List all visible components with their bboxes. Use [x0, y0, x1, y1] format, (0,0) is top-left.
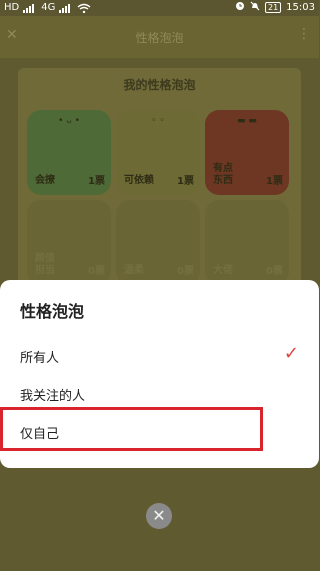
- close-icon: ✕: [152, 506, 166, 525]
- battery-icon: 21: [264, 2, 282, 13]
- clock: 15:03: [286, 2, 315, 13]
- bubble-name: 温柔: [124, 265, 144, 276]
- option-label: 我关注的人: [20, 389, 86, 404]
- bubble-name: 颜值 担当: [35, 253, 55, 276]
- hd-badge: HD: [4, 2, 20, 13]
- bubble-name: 有点 东西: [213, 163, 233, 186]
- top-bar: ✕ 性格泡泡 ⋮: [0, 16, 319, 58]
- page-title: 性格泡泡: [135, 31, 184, 45]
- option-following[interactable]: 我关注的人: [0, 373, 319, 411]
- more-icon[interactable]: ⋮: [297, 26, 311, 42]
- close-button[interactable]: ✕: [146, 503, 172, 529]
- signal-icon-2: [59, 3, 73, 13]
- face-icon: ◦ ◦: [151, 116, 165, 126]
- panel-title: 我的性格泡泡: [123, 78, 196, 92]
- option-label: 所有人: [20, 351, 60, 366]
- highlight-box: [0, 407, 263, 451]
- face-icon: • ᴗ •: [58, 116, 80, 126]
- bubble-count: 0票: [266, 266, 283, 277]
- bubble-card[interactable]: 大佬 0票: [205, 200, 289, 285]
- bubble-card[interactable]: • ᴗ • 会撩 1票: [27, 110, 111, 195]
- alarm-icon: [235, 1, 245, 14]
- checkmark-icon: ✓: [283, 343, 299, 364]
- bubble-name: 大佬: [213, 265, 233, 276]
- status-bar: HD 4G 21 15:03: [0, 0, 319, 16]
- wifi-icon: [77, 3, 91, 13]
- bubble-count: 0票: [177, 266, 194, 277]
- signal-icon: [23, 3, 37, 13]
- bubble-name: 可依赖: [124, 175, 154, 186]
- bubble-name: 会撩: [35, 175, 55, 186]
- bubble-card[interactable]: 颜值 担当 0票: [27, 200, 111, 285]
- bubble-count: 1票: [88, 176, 105, 187]
- bubble-count: 0票: [88, 266, 105, 277]
- option-everyone[interactable]: 所有人 ✓: [0, 335, 319, 373]
- bubble-count: 1票: [266, 176, 283, 187]
- bubble-card[interactable]: 温柔 0票: [116, 200, 200, 285]
- sheet-title: 性格泡泡: [20, 302, 85, 321]
- network-type: 4G: [41, 2, 56, 13]
- bubble-card[interactable]: ◦ ◦ 可依赖 1票: [116, 110, 200, 195]
- mute-icon: [250, 1, 260, 14]
- bubble-card[interactable]: ▬ ▬ 有点 东西 1票: [205, 110, 289, 195]
- bubble-count: 1票: [177, 176, 194, 187]
- face-icon: ▬ ▬: [237, 116, 257, 126]
